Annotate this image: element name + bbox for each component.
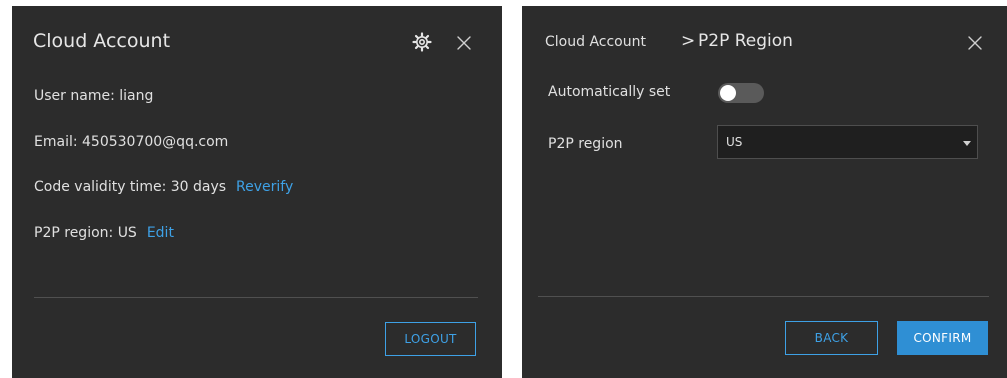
breadcrumb-cloud-account[interactable]: Cloud Account [545,34,646,50]
toggle-knob [720,85,736,101]
code-validity-label: Code validity time: [34,179,171,195]
breadcrumb-separator: > [681,31,696,51]
email-row: Email: 450530700@qq.com [34,134,228,150]
dialog-title: P2P Region [698,31,793,51]
edit-link[interactable]: Edit [147,225,174,241]
confirm-button[interactable]: CONFIRM [897,321,988,355]
user-name-row: User name: liang [34,88,153,104]
email-value: 450530700@qq.com [82,134,229,150]
back-button[interactable]: BACK [785,321,878,355]
p2p-region-selected-value: US [726,135,743,149]
logout-button[interactable]: LOGOUT [385,322,476,356]
caret-down-icon [963,141,971,146]
code-validity-row: Code validity time: 30 days Reverify [34,179,293,195]
p2p-region-row: P2P region: US Edit [34,225,174,241]
close-icon[interactable] [454,33,474,53]
p2p-region-value: US [117,225,137,241]
user-name-label: User name: [34,88,120,104]
p2p-region-label: P2P region: [34,225,118,241]
dialog-title: Cloud Account [33,30,171,52]
divider [34,297,478,298]
divider [538,296,989,297]
email-label: Email: [34,134,83,150]
p2p-region-label: P2P region [548,136,623,152]
user-name-value: liang [119,88,154,104]
gear-icon[interactable] [412,32,432,52]
cloud-account-dialog: Cloud Account User name: liang Email: 45… [12,6,502,378]
reverify-link[interactable]: Reverify [236,179,293,195]
p2p-region-dialog: Cloud Account > P2P Region Automatically… [522,6,1007,378]
p2p-region-select[interactable]: US [717,125,978,159]
auto-set-label: Automatically set [548,84,671,100]
auto-set-toggle[interactable] [718,83,764,103]
code-validity-value: 30 days [170,179,227,195]
close-icon[interactable] [965,33,985,53]
